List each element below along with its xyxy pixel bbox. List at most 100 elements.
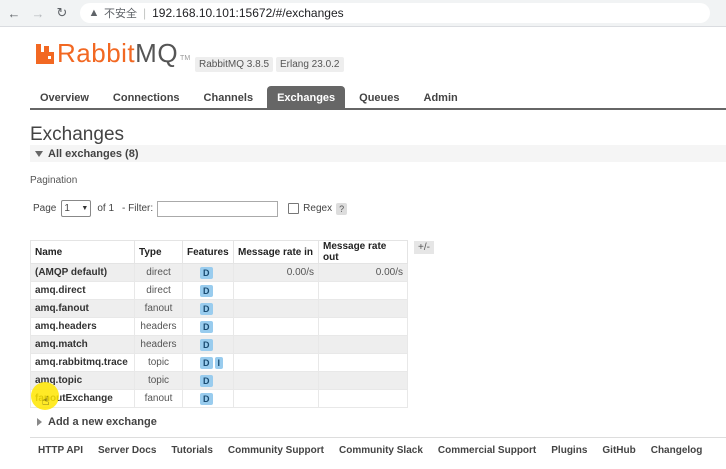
table-header-row: Name Type Features Message rate in Messa… [30,240,408,264]
table-row[interactable]: amq.headers headers D [30,317,408,336]
table-row[interactable]: amq.rabbitmq.trace topic DI [30,353,408,372]
tab-exchanges[interactable]: Exchanges [267,86,346,108]
exchange-type: fanout [134,299,183,318]
footer-link-community-support[interactable]: Community Support [228,445,324,456]
add-new-exchange-toggle[interactable]: Add a new exchange [37,416,157,428]
durable-badge: D [200,320,213,333]
exchange-type: topic [134,353,183,372]
message-rate-in [233,371,319,390]
reload-button[interactable]: ↻ [52,3,72,23]
regex-help-button[interactable]: ? [336,202,348,215]
tab-underline [30,108,726,110]
footer-link-tutorials[interactable]: Tutorials [171,445,212,456]
footer-link-changelog[interactable]: Changelog [651,445,703,456]
tab-queues[interactable]: Queues [349,86,409,108]
durable-badge: D [200,392,213,405]
warning-icon[interactable]: ▲ [88,7,100,19]
column-header-rate-out[interactable]: Message rate out [318,240,408,264]
exchange-features: DI [182,353,234,372]
exchange-features: D [182,263,234,282]
durable-badge: D [200,374,213,387]
regex-label[interactable]: Regex [303,203,332,214]
exchange-name[interactable]: amq.headers [30,317,135,336]
exchange-name[interactable]: amq.direct [30,281,135,300]
exchange-type: direct [134,263,183,282]
exchange-name[interactable]: (AMQP default) [30,263,135,282]
footer-link-server-docs[interactable]: Server Docs [98,445,156,456]
column-header-type[interactable]: Type [134,240,183,264]
rabbitmq-logo-icon [36,44,54,64]
column-header-rate-in[interactable]: Message rate in [233,240,319,264]
column-header-name[interactable]: Name [30,240,135,264]
table-row[interactable]: amq.fanout fanout D [30,299,408,318]
message-rate-out [318,335,408,354]
exchange-features: D [182,317,234,336]
chevron-down-icon: ▼ [81,205,89,212]
pagination-label: Pagination [30,175,78,186]
exchange-features: D [182,281,234,300]
footer-link-plugins[interactable]: Plugins [551,445,587,456]
exchange-type: fanout [134,389,183,408]
column-toggle-button[interactable]: +/- [414,241,434,254]
expand-triangle-icon [37,418,42,426]
durable-badge: D [200,266,213,279]
table-row[interactable]: (AMQP default) direct D 0.00/s 0.00/s [30,263,408,282]
page-select-value: 1 [64,203,70,214]
arrow-right-icon: → [31,5,45,21]
durable-badge: D [200,338,213,351]
table-row[interactable]: fanoutExchange fanout D [30,389,408,408]
message-rate-out [318,317,408,336]
page-select[interactable]: 1 ▼ [61,200,92,217]
message-rate-out [318,389,408,408]
message-rate-out [318,371,408,390]
table-row[interactable]: amq.match headers D [30,335,408,354]
table-row[interactable]: amq.direct direct D [30,281,408,300]
tab-channels[interactable]: Channels [194,86,264,108]
logo-rabbit-text: Rabbit [57,38,136,68]
footer-link-commercial-support[interactable]: Commercial Support [438,445,536,456]
tab-connections[interactable]: Connections [103,86,190,108]
footer-link-github[interactable]: GitHub [602,445,635,456]
durable-badge: D [200,302,213,315]
security-label[interactable]: 不安全 [104,5,137,21]
durable-badge: D [200,356,213,369]
footer-link-http-api[interactable]: HTTP API [38,445,83,456]
durable-badge: D [200,284,213,297]
footer-divider [30,437,726,438]
exchanges-table: Name Type Features Message rate in Messa… [30,240,408,408]
message-rate-out: 0.00/s [318,263,408,282]
erlang-version-badge: Erlang 23.0.2 [276,57,344,72]
message-rate-in [233,353,319,372]
column-header-features[interactable]: Features [182,240,234,264]
exchange-features: D [182,371,234,390]
filter-label: - Filter: [122,203,154,214]
forward-button[interactable]: → [28,3,48,23]
address-divider: | [143,6,147,20]
table-row[interactable]: amq.topic topic D [30,371,408,390]
rabbitmq-logo[interactable]: RabbitMQ TM [36,40,190,66]
pagination-controls: Page 1 ▼ of 1 - Filter: Regex ? [33,200,348,217]
exchange-name[interactable]: amq.rabbitmq.trace [30,353,135,372]
exchange-name[interactable]: amq.fanout [30,299,135,318]
filter-input[interactable] [157,200,279,217]
footer-link-community-slack[interactable]: Community Slack [339,445,423,456]
back-button[interactable]: ← [4,3,24,23]
footer-links: HTTP API Server Docs Tutorials Community… [38,445,717,456]
message-rate-in [233,389,319,408]
message-rate-in [233,299,319,318]
tab-admin[interactable]: Admin [414,86,468,108]
hand-pointer-icon: ☝ [42,394,50,408]
message-rate-out [318,353,408,372]
exchange-type: topic [134,371,183,390]
message-rate-out [318,299,408,318]
exchange-features: D [182,299,234,318]
reload-icon: ↻ [56,5,68,20]
address-bar[interactable]: ▲ 不安全 | 192.168.10.101:15672/#/exchanges [80,3,710,23]
tab-overview[interactable]: Overview [30,86,99,108]
section-title: All exchanges (8) [48,147,139,160]
all-exchanges-section-header[interactable]: All exchanges (8) [30,145,726,162]
regex-checkbox[interactable] [288,203,300,214]
url-text[interactable]: 192.168.10.101:15672/#/exchanges [152,6,344,20]
exchange-features: D [182,335,234,354]
exchange-name[interactable]: amq.match [30,335,135,354]
